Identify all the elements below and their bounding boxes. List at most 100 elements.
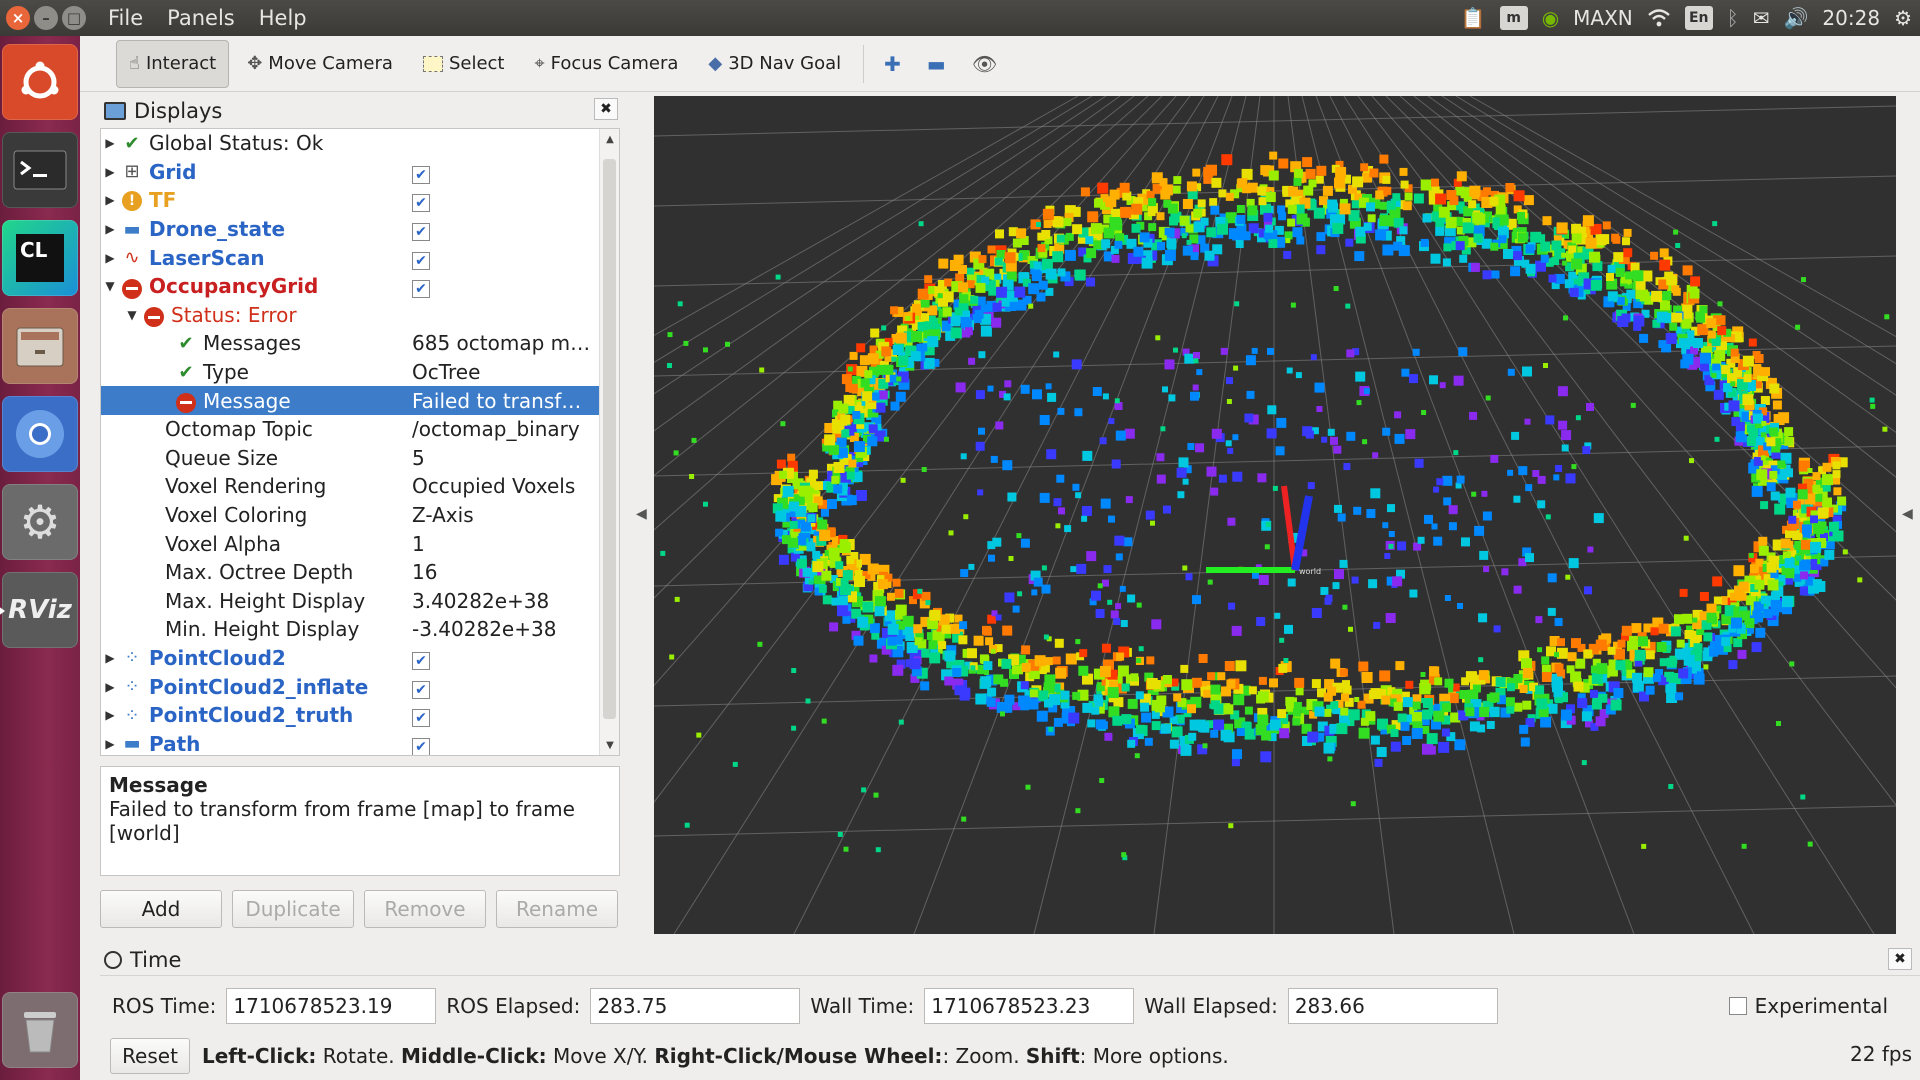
experimental-checkbox[interactable]	[1728, 997, 1747, 1015]
add-button[interactable]: Add	[100, 890, 222, 928]
scroll-up-arrow-icon[interactable]: ▲	[600, 129, 619, 149]
tree-scrollbar[interactable]: ▲ ▼	[599, 129, 619, 755]
tree-row-pointcloud2-inflate[interactable]: ▶ ⁘ PointCloud2_inflate ✔	[101, 672, 619, 701]
tree-row-message-selected[interactable]: Message Failed to transf…	[101, 386, 619, 415]
row-value[interactable]: Occupied Voxels	[406, 474, 596, 498]
add-tool-plus-icon[interactable]: ✚	[874, 52, 911, 76]
maximize-window-button[interactable]: □	[62, 6, 86, 30]
volume-icon[interactable]: 🔊	[1784, 6, 1809, 30]
mail-icon[interactable]: ✉	[1753, 6, 1770, 30]
tree-row-voxel-coloring[interactable]: Voxel Coloring Z-Axis	[101, 501, 619, 530]
wifi-icon[interactable]	[1647, 9, 1671, 27]
move-camera-tool-button[interactable]: ✥ Move Camera	[235, 40, 405, 88]
interact-tool-button[interactable]: ☝ Interact	[116, 39, 230, 88]
close-panel-icon[interactable]: ✖	[1888, 948, 1912, 970]
render-viewport[interactable]: world	[654, 96, 1896, 934]
minimize-window-button[interactable]: –	[34, 6, 58, 30]
tree-row-max-octree-depth[interactable]: Max. Octree Depth 16	[101, 558, 619, 587]
collapse-left-arrow-icon[interactable]: ◀	[636, 506, 647, 522]
nav-goal-tool-button[interactable]: ◆ 3D Nav Goal	[696, 40, 853, 88]
terminal-icon[interactable]	[2, 132, 78, 208]
enable-checkbox[interactable]: ✔	[412, 194, 430, 213]
tree-row-max-height-display[interactable]: Max. Height Display 3.40282e+38	[101, 587, 619, 616]
select-tool-button[interactable]: Select	[411, 40, 517, 88]
expand-arrow-icon[interactable]: ▶	[101, 708, 119, 722]
menu-help[interactable]: Help	[257, 6, 309, 30]
enable-checkbox[interactable]: ✔	[412, 223, 430, 242]
enable-checkbox[interactable]: ✔	[412, 709, 430, 728]
collapse-right-arrow-icon[interactable]: ◀	[1902, 506, 1913, 522]
ros-time-field[interactable]: 1710678523.19	[226, 988, 437, 1024]
wall-elapsed-field[interactable]: 283.66	[1287, 988, 1498, 1024]
scrollbar-thumb[interactable]	[603, 159, 616, 719]
tree-row-pointcloud2-truth[interactable]: ▶ ⁘ PointCloud2_truth ✔	[101, 701, 619, 730]
enable-checkbox[interactable]: ✔	[412, 737, 430, 755]
experimental-toggle[interactable]: Experimental	[1728, 994, 1888, 1018]
rename-button[interactable]: Rename	[496, 890, 618, 928]
tree-row-voxel-alpha[interactable]: Voxel Alpha 1	[101, 529, 619, 558]
tree-row-drone-state[interactable]: ▶ ▬ Drone_state ✔	[101, 215, 619, 244]
row-value[interactable]: /octomap_binary	[406, 417, 596, 441]
menu-file[interactable]: File	[106, 6, 145, 30]
keyboard-layout-indicator[interactable]: En	[1684, 6, 1713, 30]
tree-row-voxel-rendering[interactable]: Voxel Rendering Occupied Voxels	[101, 472, 619, 501]
row-value[interactable]: 1	[406, 532, 596, 556]
views-eye-icon[interactable]: 👁	[962, 52, 1007, 76]
monitor-icon[interactable]: m	[1499, 6, 1528, 30]
enable-checkbox[interactable]: ✔	[412, 651, 430, 670]
expand-arrow-icon[interactable]: ▶	[101, 136, 119, 150]
wall-time-field[interactable]: 1710678523.23	[924, 988, 1135, 1024]
collapse-arrow-icon[interactable]: ▼	[123, 308, 141, 322]
enable-checkbox[interactable]: ✔	[412, 680, 430, 699]
nvidia-icon[interactable]: ◉	[1542, 6, 1559, 30]
power-mode-label[interactable]: MAXN	[1573, 6, 1633, 30]
tree-row-min-height-display[interactable]: Min. Height Display -3.40282e+38	[101, 615, 619, 644]
tree-row-octomap-topic[interactable]: Octomap Topic /octomap_binary	[101, 415, 619, 444]
expand-arrow-icon[interactable]: ▶	[101, 680, 119, 694]
clipboard-icon[interactable]: 📋	[1461, 6, 1486, 30]
tree-row-path[interactable]: ▶ ▬ Path ✔	[101, 729, 619, 755]
tree-row-grid[interactable]: ▶ ⊞ Grid ✔	[101, 158, 619, 187]
enable-checkbox[interactable]: ✔	[412, 280, 430, 299]
row-value[interactable]: -3.40282e+38	[406, 617, 596, 641]
focus-camera-tool-button[interactable]: ⌖ Focus Camera	[522, 40, 690, 88]
enable-checkbox[interactable]: ✔	[412, 165, 430, 184]
scroll-down-arrow-icon[interactable]: ▼	[600, 735, 619, 755]
tree-row-occupancygrid[interactable]: ▼ OccupancyGrid ✔	[101, 272, 619, 301]
rviz-launcher-icon[interactable]: RViz	[0, 572, 78, 648]
files-icon[interactable]	[2, 308, 78, 384]
bluetooth-icon[interactable]: ᛒ	[1727, 6, 1739, 30]
chromium-icon[interactable]	[2, 396, 78, 472]
clock[interactable]: 20:28	[1822, 6, 1880, 30]
collapse-arrow-icon[interactable]: ▼	[101, 279, 119, 293]
remove-tool-minus-icon[interactable]: ▬	[917, 52, 956, 76]
expand-arrow-icon[interactable]: ▶	[101, 651, 119, 665]
expand-arrow-icon[interactable]: ▶	[101, 737, 119, 751]
settings-gear-icon[interactable]: ⚙	[1894, 6, 1912, 30]
trash-icon[interactable]	[2, 992, 78, 1068]
remove-button[interactable]: Remove	[364, 890, 486, 928]
menu-panels[interactable]: Panels	[165, 6, 237, 30]
system-settings-icon[interactable]: ⚙	[2, 484, 78, 560]
reset-button[interactable]: Reset	[110, 1038, 190, 1074]
expand-arrow-icon[interactable]: ▶	[101, 222, 119, 236]
close-window-button[interactable]: ×	[6, 6, 30, 30]
ubuntu-dash-icon[interactable]	[2, 44, 78, 120]
tree-row-status-error[interactable]: ▼ Status: Error	[101, 301, 619, 330]
tree-row-type[interactable]: ✔ Type OcTree	[101, 358, 619, 387]
expand-arrow-icon[interactable]: ▶	[101, 251, 119, 265]
clion-icon[interactable]: CL	[2, 220, 78, 296]
tree-row-queue-size[interactable]: Queue Size 5	[101, 444, 619, 473]
expand-arrow-icon[interactable]: ▶	[101, 193, 119, 207]
row-value[interactable]: 3.40282e+38	[406, 589, 596, 613]
row-value[interactable]: 5	[406, 446, 596, 470]
ros-elapsed-field[interactable]: 283.75	[590, 988, 801, 1024]
expand-arrow-icon[interactable]: ▶	[101, 165, 119, 179]
tree-row-tf[interactable]: ▶ ! TF ✔	[101, 186, 619, 215]
enable-checkbox[interactable]: ✔	[412, 251, 430, 270]
row-value[interactable]: 16	[406, 560, 596, 584]
tree-row-global-status[interactable]: ▶ ✔ Global Status: Ok	[101, 129, 619, 158]
close-panel-icon[interactable]: ✖	[594, 98, 618, 120]
tree-row-messages[interactable]: ✔ Messages 685 octomap m…	[101, 329, 619, 358]
row-value[interactable]: Z-Axis	[406, 503, 596, 527]
